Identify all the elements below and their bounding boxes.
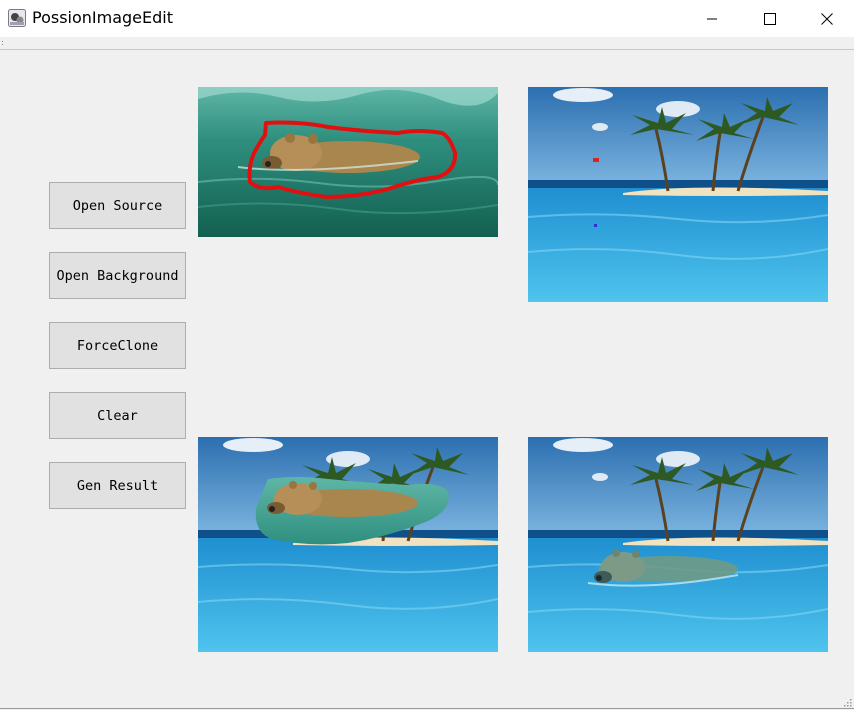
clone-preview-panel[interactable] xyxy=(198,437,498,652)
close-button[interactable] xyxy=(799,0,854,37)
minimize-button[interactable] xyxy=(683,0,741,37)
source-image-panel[interactable] xyxy=(198,87,498,237)
open-background-button[interactable]: Open Background xyxy=(49,252,186,299)
background-image[interactable] xyxy=(528,87,828,302)
resize-grip-icon[interactable] xyxy=(842,697,852,707)
window-title: PossionImageEdit xyxy=(32,8,174,27)
background-marker-blue xyxy=(594,224,597,227)
title-bar: PossionImageEdit xyxy=(0,0,854,37)
minimize-icon xyxy=(707,18,717,19)
gen-result-button[interactable]: Gen Result xyxy=(49,462,186,509)
toolbar-area xyxy=(0,37,854,50)
app-icon xyxy=(8,9,26,27)
clear-button[interactable]: Clear xyxy=(49,392,186,439)
maximize-icon xyxy=(764,12,776,25)
clone-preview-image xyxy=(198,437,498,652)
result-image xyxy=(528,437,828,652)
source-image[interactable] xyxy=(198,87,498,237)
background-image-panel[interactable] xyxy=(528,87,828,302)
status-separator xyxy=(0,708,854,709)
toolbar-grip-icon[interactable] xyxy=(1,40,4,48)
close-icon xyxy=(820,12,833,25)
result-image-panel[interactable] xyxy=(528,437,828,652)
open-source-button[interactable]: Open Source xyxy=(49,182,186,229)
maximize-button[interactable] xyxy=(741,0,799,37)
force-clone-button[interactable]: ForceClone xyxy=(49,322,186,369)
background-marker-red xyxy=(593,158,599,162)
